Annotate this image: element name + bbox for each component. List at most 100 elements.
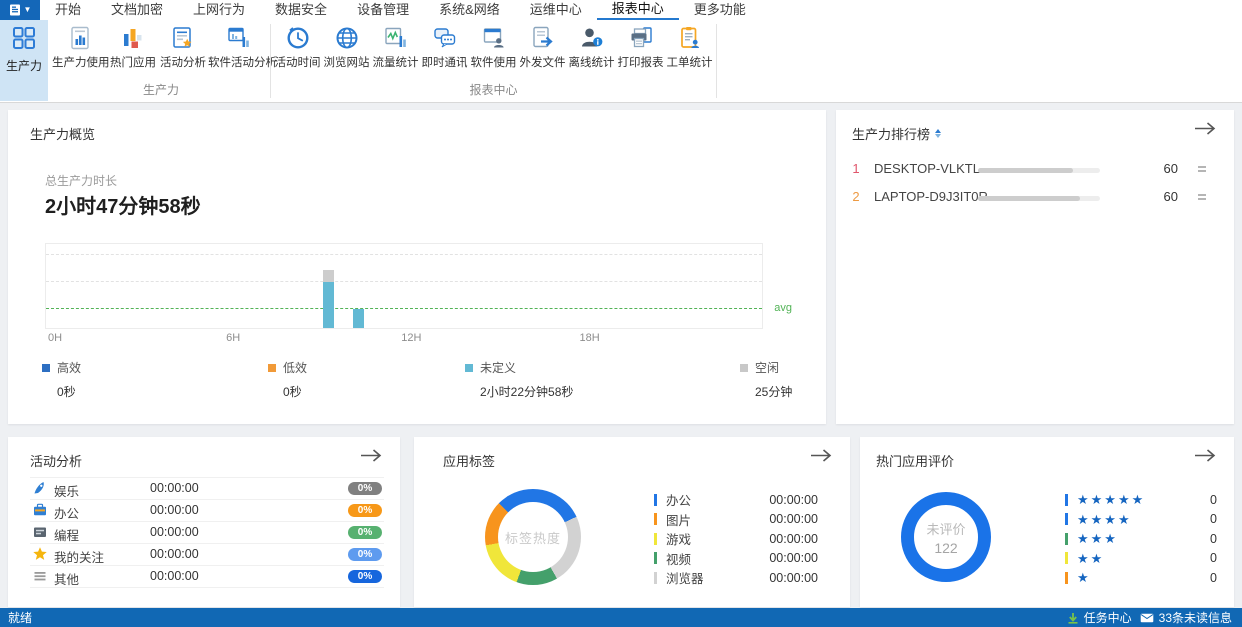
activity-row[interactable]: 办公 00:00:00 0% <box>30 500 384 522</box>
activity-row[interactable]: 其他 00:00:00 0% <box>30 566 384 588</box>
arrow-right-icon[interactable] <box>1194 449 1216 463</box>
ranking-title-text: 生产力排行榜 <box>852 127 931 142</box>
unread-messages-button[interactable]: 33条未读信息 <box>1140 609 1232 626</box>
ribbon-item-software-usage[interactable]: 软件使用 <box>469 20 518 70</box>
tab-ops-center[interactable]: 运维中心 <box>515 0 597 20</box>
caret-down-icon: ▼ <box>23 5 32 14</box>
tag-label: 浏览器 <box>666 572 704 587</box>
legend-label: 空闲 <box>755 361 780 375</box>
ranking-row[interactable]: 2 LAPTOP-D9J3IT0R 60 <box>836 184 1234 210</box>
rating-count: 0 <box>1210 492 1217 507</box>
avg-line <box>46 308 762 310</box>
ribbon: 生产力 生产力使用 热门应用 活动分析 软件活动分析 生产力 活动时间 浏览网站… <box>0 20 1242 103</box>
activity-row[interactable]: 我的关注 00:00:00 0% <box>30 544 384 566</box>
doc-bar-chart-icon <box>71 26 89 50</box>
tab-web-behavior[interactable]: 上网行为 <box>178 0 260 20</box>
arrow-right-icon[interactable] <box>360 449 382 463</box>
x-tick: 18H <box>579 332 600 344</box>
rank-unchanged-icon <box>1198 166 1206 174</box>
tab-report-center[interactable]: 报表中心 <box>596 0 679 20</box>
tag-label: 视频 <box>666 552 692 567</box>
ribbon-item-label: 活动时间 <box>274 57 321 69</box>
window-user-icon <box>483 28 504 48</box>
rating-row[interactable]: ★★★★★ 0 <box>1065 490 1217 510</box>
task-center-button[interactable]: 任务中心 <box>1067 609 1132 626</box>
rating-row[interactable]: ★★ 0 <box>1065 549 1217 569</box>
arrow-right-icon[interactable] <box>810 449 832 463</box>
rank-bar-track <box>978 168 1100 173</box>
menu-icon <box>32 568 48 589</box>
rating-row[interactable]: ★ 0 <box>1065 568 1217 588</box>
ribbon-item-browse-websites[interactable]: 浏览网站 <box>322 20 371 70</box>
tags-donut: 标签热度 <box>485 489 581 585</box>
activity-badge: 0% <box>348 525 382 539</box>
tag-legend-row[interactable]: 图片 00:00:00 <box>654 510 818 530</box>
tag-tick <box>654 513 657 526</box>
sort-icon[interactable] <box>935 128 942 138</box>
ribbon-item-instant-messaging[interactable]: 即时通讯 <box>420 20 469 70</box>
ribbon-item-label: 活动分析 <box>160 57 206 69</box>
rating-row[interactable]: ★★★ 0 <box>1065 529 1217 549</box>
status-bar: 就绪 任务中心 33条未读信息 <box>0 608 1242 627</box>
ribbon-item-traffic-stats[interactable]: 流量统计 <box>371 20 420 70</box>
tab-doc-encryption[interactable]: 文档加密 <box>96 0 178 20</box>
ribbon-item-offline-stats[interactable]: 离线统计 <box>567 20 616 70</box>
ribbon-item-label: 打印报表 <box>617 57 664 69</box>
chat-bubbles-icon <box>433 28 455 48</box>
globe-icon <box>336 27 357 49</box>
tab-more[interactable]: 更多功能 <box>679 0 761 20</box>
ribbon-item-activity-analysis[interactable]: 活动分析 <box>158 20 208 70</box>
tag-time: 00:00:00 <box>769 531 818 546</box>
tag-time: 00:00:00 <box>769 512 818 527</box>
ribbon-divider <box>270 24 271 98</box>
activity-time: 00:00:00 <box>150 525 199 539</box>
tag-legend-row[interactable]: 游戏 00:00:00 <box>654 529 818 549</box>
ranking-row[interactable]: 1 DESKTOP-VLKTL... 60 <box>836 156 1234 182</box>
activity-badge: 0% <box>348 569 382 583</box>
rating-stars: ★ <box>1077 570 1091 586</box>
tag-legend-row[interactable]: 浏览器 00:00:00 <box>654 568 818 588</box>
legend-value: 0秒 <box>57 385 76 399</box>
tag-time: 00:00:00 <box>769 492 818 507</box>
activity-badge: 0% <box>348 503 382 517</box>
ribbon-item-activity-time[interactable]: 活动时间 <box>273 20 322 70</box>
ribbon-productivity-button[interactable]: 生产力 <box>0 20 48 101</box>
overview-legend-swatch <box>465 363 473 372</box>
ribbon-item-work-order-stats[interactable]: 工单统计 <box>665 20 714 70</box>
activity-time: 00:00:00 <box>150 503 199 517</box>
total-productivity-value: 2小时47分钟58秒 <box>45 196 201 218</box>
activity-row[interactable]: 娱乐 00:00:00 0% <box>30 478 384 500</box>
rating-count: 0 <box>1210 570 1217 585</box>
ribbon-item-software-activity-analysis[interactable]: 软件活动分析 <box>208 20 277 70</box>
activity-label: 我的关注 <box>54 551 105 565</box>
arrow-right-icon[interactable] <box>1194 122 1216 136</box>
rank-bar-fill <box>978 196 1081 201</box>
tab-start[interactable]: 开始 <box>40 0 96 20</box>
rating-count: 0 <box>1210 531 1217 546</box>
ribbon-item-hot-apps[interactable]: 热门应用 <box>108 20 158 70</box>
ribbon-item-print-report[interactable]: 打印报表 <box>616 20 665 70</box>
rating-row[interactable]: ★★★★ 0 <box>1065 510 1217 530</box>
ribbon-group-label: 报表中心 <box>469 83 518 97</box>
tag-legend-row[interactable]: 办公 00:00:00 <box>654 490 818 510</box>
tag-tick <box>654 571 657 584</box>
activity-row[interactable]: 编程 00:00:00 0% <box>30 522 384 544</box>
doc-star-icon <box>173 27 192 48</box>
overview-legend-swatch <box>268 363 276 372</box>
ribbon-group-productivity: 生产力使用 热门应用 活动分析 软件活动分析 生产力 <box>52 20 277 101</box>
ribbon-item-productivity-usage[interactable]: 生产力使用 <box>52 20 110 70</box>
tab-system-network[interactable]: 系统&网络 <box>424 0 515 20</box>
ribbon-item-outgoing-files[interactable]: 外发文件 <box>518 20 567 70</box>
tag-legend-row[interactable]: 视频 00:00:00 <box>654 549 818 569</box>
tab-device-mgmt[interactable]: 设备管理 <box>342 0 424 20</box>
tag-tick <box>654 552 657 565</box>
status-ready: 就绪 <box>8 611 33 625</box>
app-menu-button[interactable]: ▼ <box>0 0 40 20</box>
task-center-label: 任务中心 <box>1083 611 1132 625</box>
tab-data-security[interactable]: 数据安全 <box>260 0 342 20</box>
ribbon-group-label: 生产力 <box>142 83 179 97</box>
rank-bar-track <box>978 196 1100 201</box>
legend-item-undefined: 未定义 2小时22分钟58秒 <box>465 359 573 400</box>
activity-label: 其他 <box>54 573 80 587</box>
activity-badge: 0% <box>348 547 382 561</box>
